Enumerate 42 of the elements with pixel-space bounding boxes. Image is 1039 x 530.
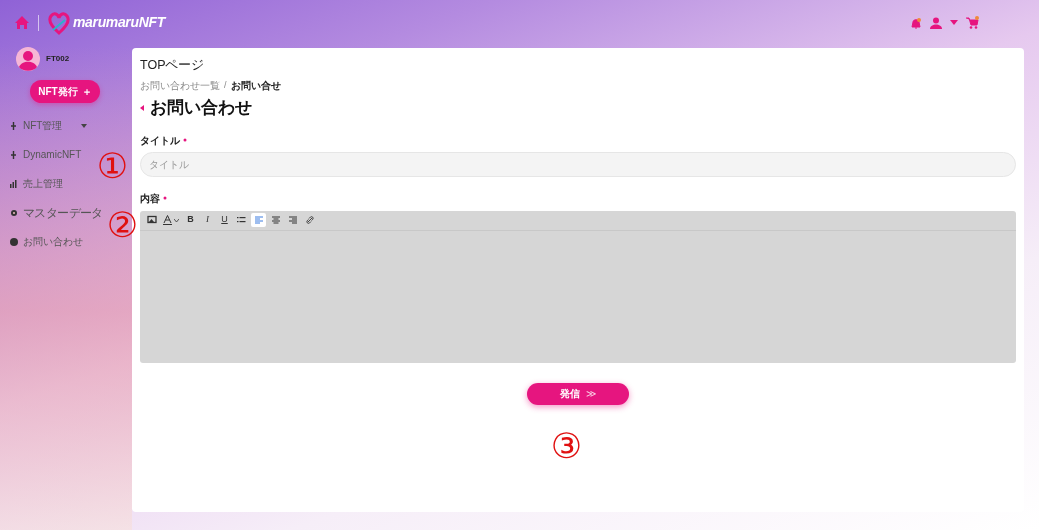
back-icon bbox=[140, 104, 144, 111]
top-link[interactable]: TOPページ bbox=[140, 58, 205, 72]
toolbar-button[interactable]: U bbox=[217, 213, 232, 227]
caret-icon bbox=[950, 20, 958, 25]
sidebar-item[interactable]: 売上管理 bbox=[23, 176, 63, 191]
sidebar-item[interactable]: DynamicNFT bbox=[23, 147, 82, 162]
sidebar-item[interactable]: NFT管理 bbox=[23, 118, 63, 133]
bell-icon bbox=[910, 16, 922, 29]
image-icon bbox=[146, 215, 157, 225]
heart-logo-icon bbox=[47, 9, 71, 36]
align-center-icon bbox=[270, 215, 281, 225]
caret-icon bbox=[174, 218, 179, 222]
user-icon bbox=[930, 16, 942, 29]
step-number: ① bbox=[95, 147, 130, 185]
align-left-icon bbox=[253, 215, 264, 225]
send-button[interactable]: 発信 ≫ bbox=[527, 382, 629, 405]
title-field[interactable]: タイトル bbox=[140, 151, 1016, 177]
breadcrumb-separator: / bbox=[224, 78, 227, 92]
step-number: ③ bbox=[549, 427, 584, 465]
page-title: お問い合わせ bbox=[150, 97, 252, 119]
home-icon bbox=[14, 15, 30, 30]
breadcrumb-link[interactable]: お問い合せ bbox=[230, 78, 281, 93]
toolbar-button[interactable]: B bbox=[183, 213, 198, 227]
font-color-icon bbox=[163, 215, 172, 225]
content-editor[interactable]: B I U bbox=[140, 210, 1016, 363]
list-icon bbox=[236, 215, 247, 225]
breadcrumb-link[interactable]: お問い合わせ一覧 bbox=[140, 78, 220, 93]
avatar-icon bbox=[16, 47, 40, 71]
field-label: タイトル bbox=[140, 133, 180, 148]
sidebar-item[interactable]: お問い合わせ bbox=[23, 234, 83, 249]
nft-issue-button[interactable]: NFT発行 ＋ bbox=[30, 80, 100, 103]
step-number: ② bbox=[105, 206, 140, 244]
sidebar-item[interactable]: マスターデータ bbox=[23, 203, 103, 222]
bar-chart-icon bbox=[10, 179, 18, 188]
align-right-icon bbox=[287, 215, 298, 225]
cart-icon bbox=[966, 16, 979, 29]
user-name: FT002 bbox=[46, 53, 70, 65]
logo-text: marumaruNFT bbox=[73, 13, 165, 32]
toolbar-button[interactable]: I bbox=[200, 213, 215, 227]
toolbar-button[interactable] bbox=[161, 213, 181, 227]
link-icon bbox=[304, 215, 315, 225]
field-label: 内容 bbox=[140, 191, 160, 206]
